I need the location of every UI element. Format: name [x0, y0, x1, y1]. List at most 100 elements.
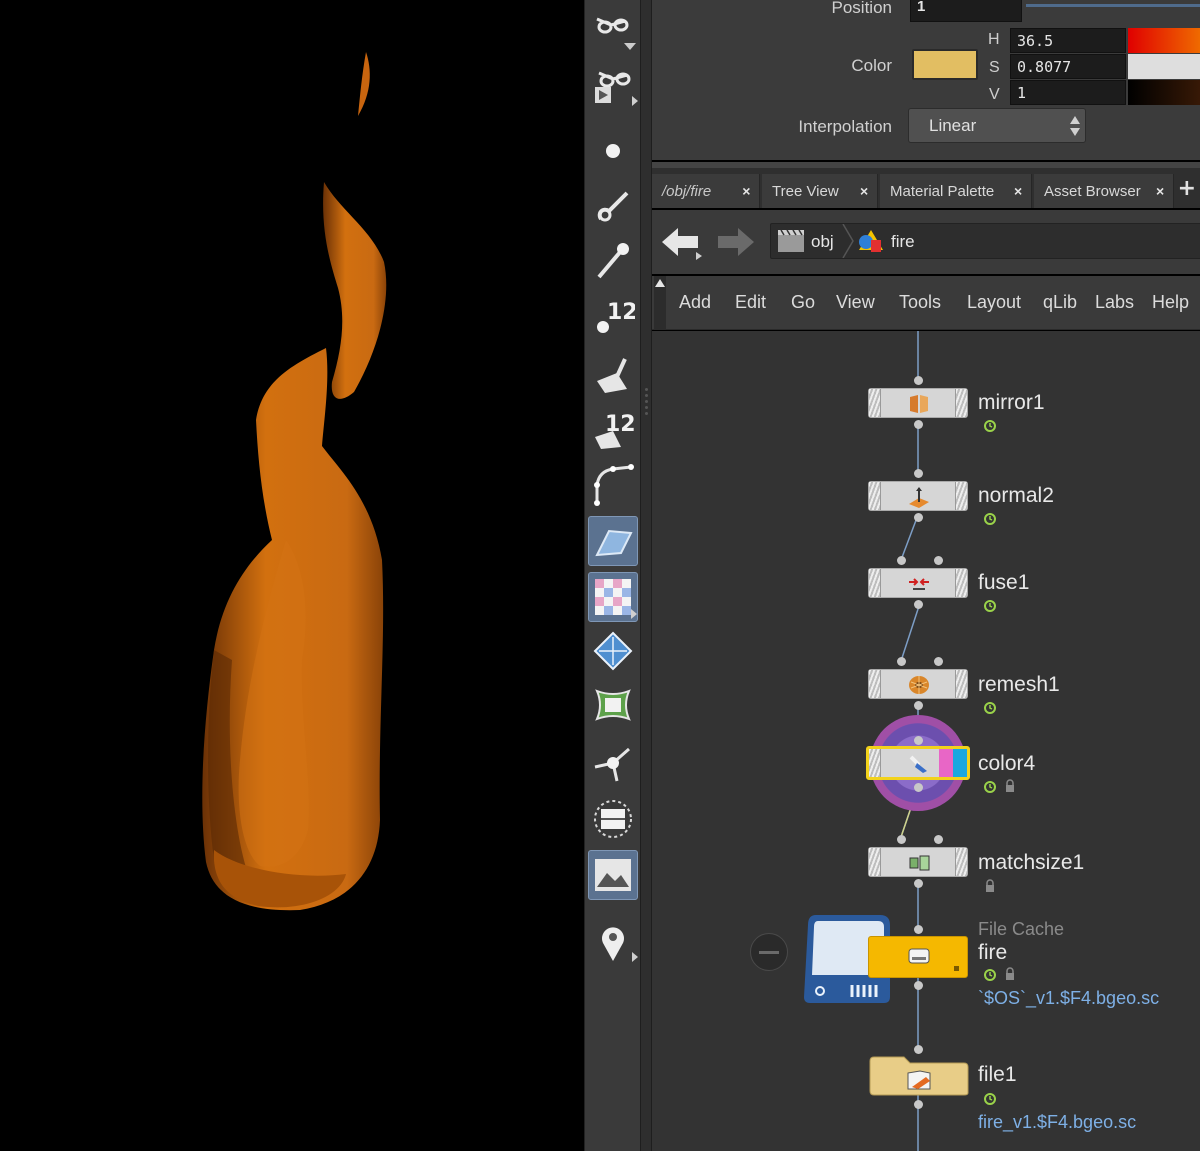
point-icon[interactable]: [588, 122, 638, 172]
time-dependent-icon: [984, 600, 996, 612]
node-name: color4: [978, 752, 1036, 775]
node-fire[interactable]: [868, 936, 968, 978]
node-name: fuse1: [978, 571, 1030, 594]
view-play-glasses-icon[interactable]: [588, 58, 638, 108]
node-remesh1[interactable]: [868, 669, 968, 699]
node-input-port[interactable]: [914, 925, 923, 934]
menu-go[interactable]: Go: [791, 292, 815, 313]
menu-layout[interactable]: Layout: [967, 292, 1021, 313]
tab-label: /obj/fire: [662, 183, 712, 200]
matchsize-icon: [909, 855, 930, 871]
menu-view[interactable]: View: [836, 292, 875, 313]
view-glasses-icon[interactable]: [588, 2, 638, 52]
collapse-toolbar-button[interactable]: [654, 276, 666, 330]
tab-material-palette[interactable]: Material Palette ×: [880, 174, 1032, 208]
node-input-port[interactable]: [934, 835, 943, 844]
forward-arrow-icon[interactable]: [714, 222, 758, 262]
node-output-port[interactable]: [914, 420, 923, 429]
node-input-port[interactable]: [914, 376, 923, 385]
node-input-port[interactable]: [914, 736, 923, 745]
parameter-panel: Position 1 Color H 36.5 S 0.8077 V 1 Int…: [652, 0, 1200, 160]
scene-viewport[interactable]: [0, 0, 584, 1151]
add-tab-icon[interactable]: +: [1178, 176, 1196, 201]
background-image-icon[interactable]: [588, 850, 638, 900]
tab-network-path[interactable]: /obj/fire ×: [652, 174, 760, 208]
close-icon[interactable]: ×: [742, 183, 750, 199]
node-output-port[interactable]: [914, 981, 923, 990]
hue-slider[interactable]: [1128, 28, 1200, 53]
saturation-label: S: [989, 59, 1000, 76]
node-name: fire: [978, 941, 1008, 964]
node-color4[interactable]: [866, 746, 970, 780]
menu-edit[interactable]: Edit: [735, 292, 766, 313]
node-fuse1[interactable]: [868, 568, 968, 598]
breadcrumb-fire[interactable]: fire: [891, 232, 915, 252]
close-icon[interactable]: ×: [1014, 183, 1022, 199]
node-input-port[interactable]: [897, 657, 906, 666]
menu-help[interactable]: Help: [1152, 292, 1189, 313]
node-output-port[interactable]: [914, 513, 923, 522]
location-pin-icon[interactable]: [588, 918, 638, 968]
primitive-icon[interactable]: [588, 348, 638, 398]
node-input-port[interactable]: [914, 1045, 923, 1054]
value-field[interactable]: 1: [1010, 80, 1126, 105]
back-arrow-icon[interactable]: [658, 222, 702, 262]
close-icon[interactable]: ×: [1156, 183, 1164, 199]
time-dependent-icon: [984, 702, 996, 714]
node-name: matchsize1: [978, 851, 1085, 874]
tab-asset-browser[interactable]: Asset Browser ×: [1034, 174, 1174, 208]
uv-unwrap-icon[interactable]: [588, 680, 638, 730]
saturation-slider[interactable]: [1128, 54, 1200, 79]
curve-icon[interactable]: [588, 460, 638, 510]
network-editor[interactable]: mirror1 normal2 fuse1 remesh1 color4 mat…: [652, 331, 1200, 1151]
node-output-port[interactable]: [914, 1100, 923, 1109]
network-menu-bar: Add Edit Go View Tools Layout qLib Labs …: [652, 276, 1200, 330]
node-output-port[interactable]: [914, 879, 923, 888]
node-file1[interactable]: [868, 1055, 970, 1097]
pane-splitter[interactable]: [640, 0, 652, 1151]
joint-icon[interactable]: [588, 738, 638, 788]
tab-tree-view[interactable]: Tree View ×: [762, 174, 878, 208]
brush-icon[interactable]: [588, 180, 638, 230]
value-slider[interactable]: [1128, 80, 1200, 105]
hue-field[interactable]: 36.5: [1010, 28, 1126, 53]
dropdown-arrows-icon: [1070, 116, 1080, 136]
interpolation-label: Interpolation: [798, 117, 892, 136]
position-slider[interactable]: [1026, 4, 1200, 7]
menu-qlib[interactable]: qLib: [1043, 292, 1077, 313]
menu-labs[interactable]: Labs: [1095, 292, 1134, 313]
node-normal2[interactable]: [868, 481, 968, 511]
checker-uv-icon[interactable]: [588, 572, 638, 622]
safe-area-icon[interactable]: [588, 794, 638, 844]
pen-icon[interactable]: [588, 234, 638, 284]
node-mirror1[interactable]: [868, 388, 968, 418]
triangle-up-icon: [655, 279, 665, 287]
node-input-port[interactable]: [914, 469, 923, 478]
breadcrumb: obj fire: [770, 223, 1200, 259]
tab-label: Asset Browser: [1044, 183, 1141, 200]
point-number-icon[interactable]: 12: [588, 288, 638, 338]
position-field[interactable]: 1: [910, 0, 1022, 22]
node-output-port[interactable]: [914, 600, 923, 609]
svg-text:12: 12: [605, 412, 635, 437]
shaded-plane-icon[interactable]: [588, 516, 638, 566]
diamond-icon[interactable]: [588, 626, 638, 676]
node-output-port[interactable]: [914, 701, 923, 710]
interpolation-dropdown[interactable]: Linear: [908, 108, 1086, 143]
menu-tools[interactable]: Tools: [899, 292, 941, 313]
node-input-port[interactable]: [934, 657, 943, 666]
node-input-port[interactable]: [934, 556, 943, 565]
node-matchsize1[interactable]: [868, 847, 968, 877]
saturation-field[interactable]: 0.8077: [1010, 54, 1126, 79]
bypass-toggle-button[interactable]: [750, 933, 788, 971]
menu-add[interactable]: Add: [679, 292, 711, 313]
node-input-port[interactable]: [897, 556, 906, 565]
color-swatch[interactable]: [912, 49, 978, 80]
breadcrumb-obj[interactable]: obj: [811, 232, 834, 252]
color-icon: [909, 755, 927, 773]
close-icon[interactable]: ×: [860, 183, 868, 199]
node-output-port[interactable]: [914, 783, 923, 792]
position-label: Position: [831, 0, 892, 17]
node-input-port[interactable]: [897, 835, 906, 844]
primitive-number-icon[interactable]: 12: [588, 404, 638, 454]
